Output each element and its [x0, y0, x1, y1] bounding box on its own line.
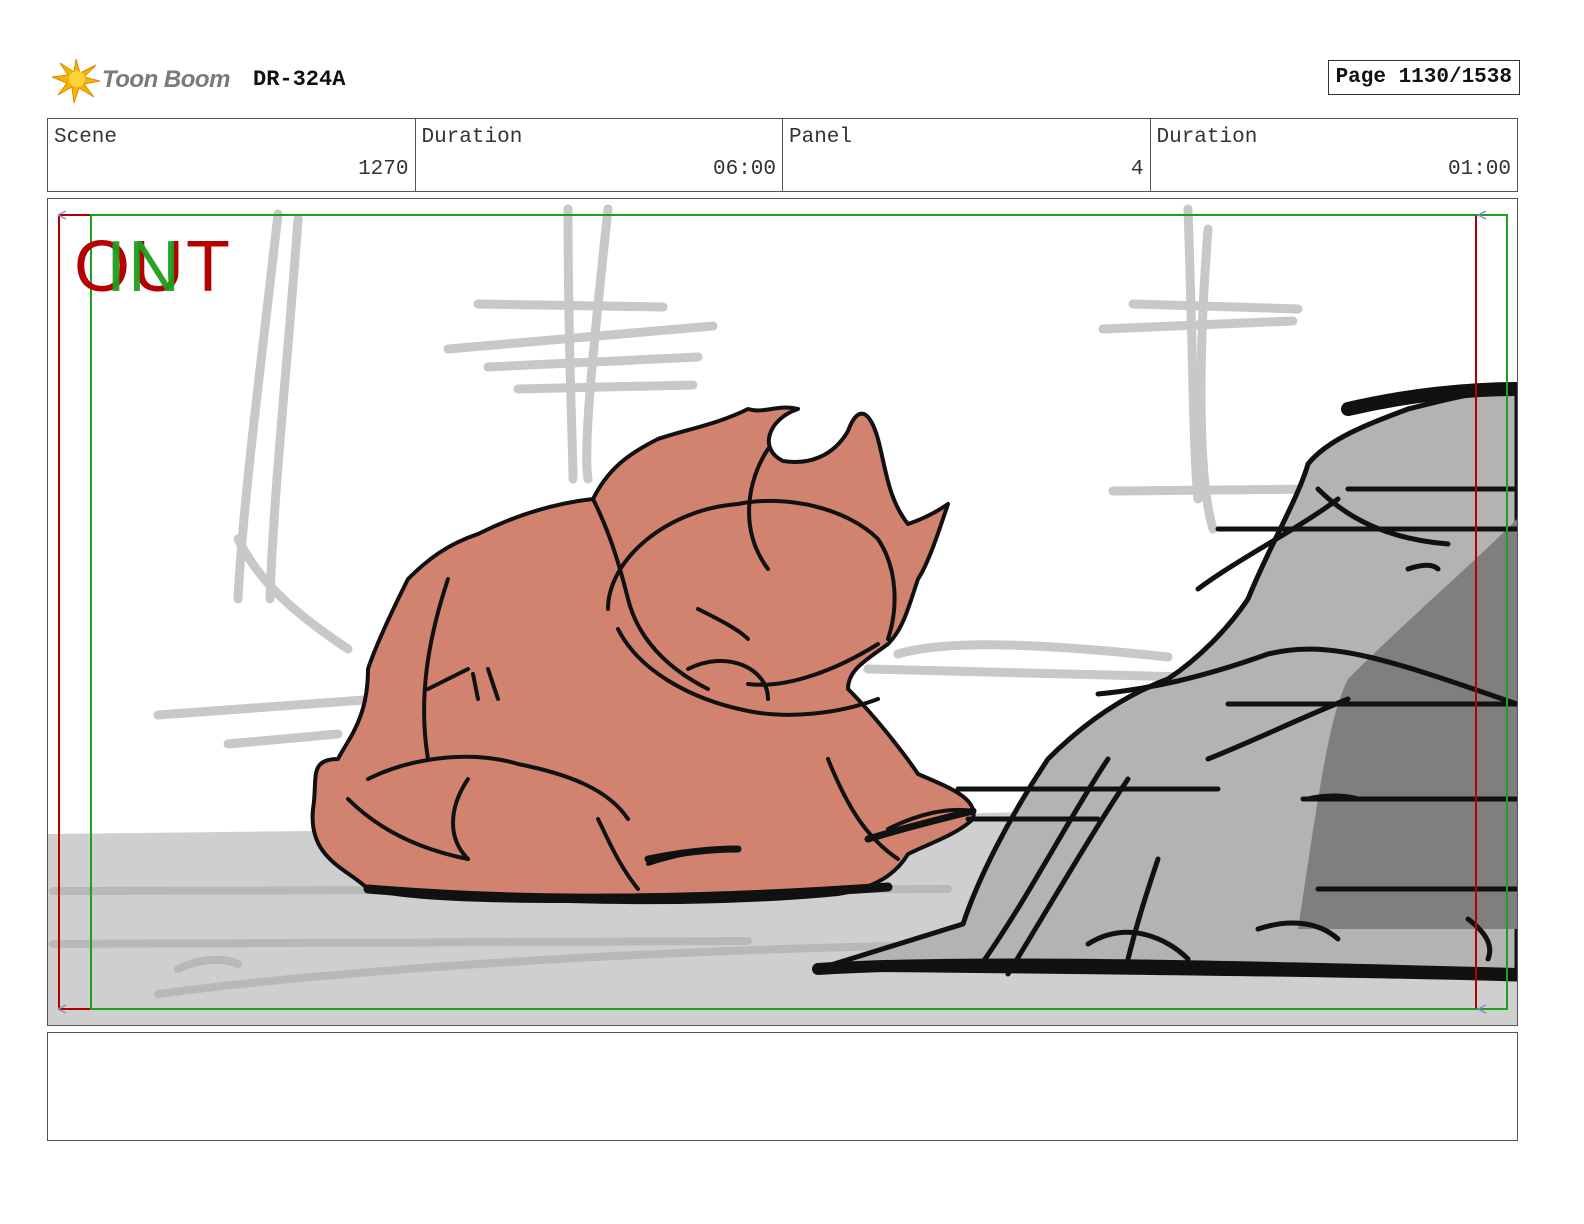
panel-cell: Panel 4 [783, 119, 1151, 191]
scene-duration-value: 06:00 [712, 158, 776, 181]
scene-cell: Scene 1270 [48, 119, 416, 191]
in-frame-label: IN [106, 227, 182, 307]
panel-duration-cell: Duration 01:00 [1151, 119, 1518, 191]
scene-label: Scene [54, 126, 118, 149]
page-header: Toon Boom DR-324A Page 1130/1538 [50, 55, 1520, 105]
scene-info-table: Scene 1270 Duration 06:00 Panel 4 Durati… [47, 118, 1518, 192]
panel-duration-value: 01:00 [1447, 158, 1511, 181]
starburst-icon [51, 58, 101, 104]
panel-notes-box [47, 1032, 1518, 1141]
panel-drawing [48, 204, 1517, 1025]
creature [310, 405, 977, 905]
page-counter: Page 1130/1538 [1327, 60, 1520, 95]
storyboard-panel: OUT IN [47, 198, 1518, 1026]
panel-label: Panel [789, 126, 853, 149]
scene-duration-label: Duration [421, 126, 523, 149]
document-id: DR-324A [253, 67, 346, 92]
logo-text: Toon Boom [102, 66, 230, 93]
scene-duration-cell: Duration 06:00 [416, 119, 783, 191]
panel-duration-label: Duration [1156, 126, 1258, 149]
scene-value: 1270 [358, 158, 409, 181]
toon-boom-logo: Toon Boom [50, 55, 240, 105]
panel-value: 4 [1130, 158, 1144, 181]
